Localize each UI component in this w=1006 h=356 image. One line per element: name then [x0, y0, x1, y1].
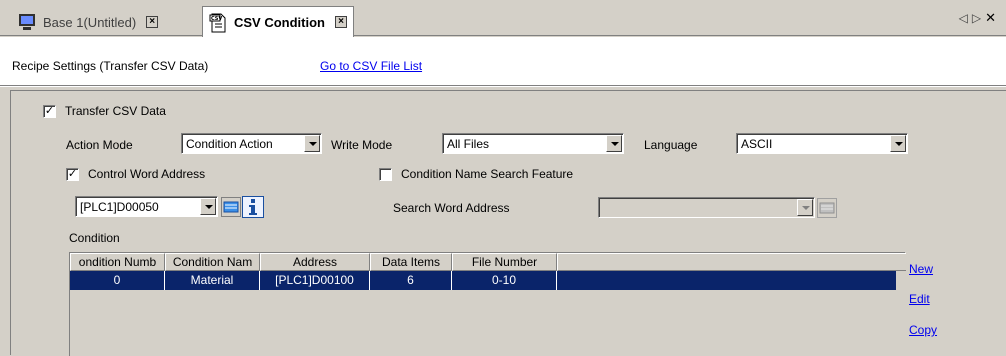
control-word-address-value: [PLC1]D00050	[80, 200, 159, 214]
edit-button[interactable]: Edit	[909, 292, 930, 306]
table-cell: 6	[370, 271, 452, 290]
screen-icon	[18, 13, 36, 31]
control-word-address-input[interactable]: [PLC1]D00050	[75, 196, 218, 217]
column-header[interactable]: Condition Nam	[165, 253, 260, 271]
keypad-icon[interactable]	[221, 197, 241, 217]
chevron-down-icon[interactable]	[304, 135, 320, 152]
tab-next-icon[interactable]: ▷	[972, 11, 985, 25]
column-header[interactable]: File Number	[452, 253, 557, 271]
tab-prev-icon[interactable]: ◁	[959, 11, 972, 25]
language-value: ASCII	[741, 137, 773, 151]
action-mode-select[interactable]: Condition Action	[181, 133, 322, 154]
tab-label: Base 1(Untitled)	[43, 14, 137, 30]
divider	[0, 85, 1006, 87]
control-word-checkbox[interactable]: ✓	[66, 168, 79, 181]
column-header[interactable]: ondition Numb	[70, 253, 165, 271]
chevron-down-icon[interactable]	[200, 198, 216, 215]
keypad-icon-disabled	[817, 198, 837, 218]
tab-bar: Base 1(Untitled) × CSV CSV Condition × ◁…	[0, 0, 1006, 37]
svg-text:CSV: CSV	[211, 16, 222, 22]
close-all-icon[interactable]: ✕	[985, 10, 1000, 25]
transfer-csv-checkbox[interactable]: ✓	[43, 105, 56, 118]
header-panel: Recipe Settings (Transfer CSV Data) Go t…	[0, 37, 1006, 85]
control-word-label: Control Word Address	[88, 167, 206, 181]
table-cell-blank	[557, 271, 896, 290]
chevron-down-icon[interactable]	[797, 199, 813, 216]
info-icon[interactable]	[242, 196, 264, 218]
write-mode-value: All Files	[447, 137, 490, 151]
language-select[interactable]: ASCII	[736, 133, 908, 154]
settings-panel: ✓ Transfer CSV Data Action Mode Conditio…	[10, 90, 1006, 356]
tab-csv-condition[interactable]: CSV CSV Condition ×	[202, 6, 354, 37]
table-cell: [PLC1]D00100	[260, 271, 370, 290]
condition-label: Condition	[69, 231, 120, 245]
action-mode-label: Action Mode	[66, 138, 133, 152]
new-button[interactable]: New	[909, 262, 933, 276]
close-icon[interactable]: ×	[335, 16, 347, 28]
condition-table: ondition Numb Condition Nam Address Data…	[69, 252, 906, 356]
table-row[interactable]: 0 Material [PLC1]D00100 6 0-10	[70, 271, 896, 290]
table-cell: Material	[165, 271, 260, 290]
table-header: ondition Numb Condition Nam Address Data…	[70, 253, 906, 271]
write-mode-label: Write Mode	[331, 138, 393, 152]
write-mode-select[interactable]: All Files	[442, 133, 624, 154]
column-header[interactable]: Data Items	[370, 253, 452, 271]
chevron-down-icon[interactable]	[606, 135, 622, 152]
search-word-address-input[interactable]	[598, 197, 815, 218]
copy-button[interactable]: Copy	[909, 323, 937, 337]
condition-name-search-label: Condition Name Search Feature	[401, 167, 574, 181]
tab-navigation: ◁▷✕	[959, 10, 1000, 26]
search-word-address-label: Search Word Address	[393, 201, 510, 215]
close-icon[interactable]: ×	[146, 16, 159, 28]
tab-base1[interactable]: Base 1(Untitled) ×	[12, 8, 164, 36]
column-header[interactable]: Address	[260, 253, 370, 271]
condition-name-search-checkbox[interactable]	[379, 168, 392, 181]
table-cell: 0	[70, 271, 165, 290]
column-header-blank	[557, 253, 906, 271]
transfer-csv-label: Transfer CSV Data	[65, 104, 166, 118]
tab-label: CSV Condition	[234, 14, 325, 30]
language-label: Language	[644, 138, 698, 152]
csv-document-icon: CSV	[209, 13, 227, 33]
chevron-down-icon[interactable]	[890, 135, 906, 152]
go-to-csv-file-list-link[interactable]: Go to CSV File List	[320, 59, 422, 73]
action-mode-value: Condition Action	[186, 137, 273, 151]
page-title: Recipe Settings (Transfer CSV Data)	[12, 59, 209, 73]
table-cell: 0-10	[452, 271, 557, 290]
